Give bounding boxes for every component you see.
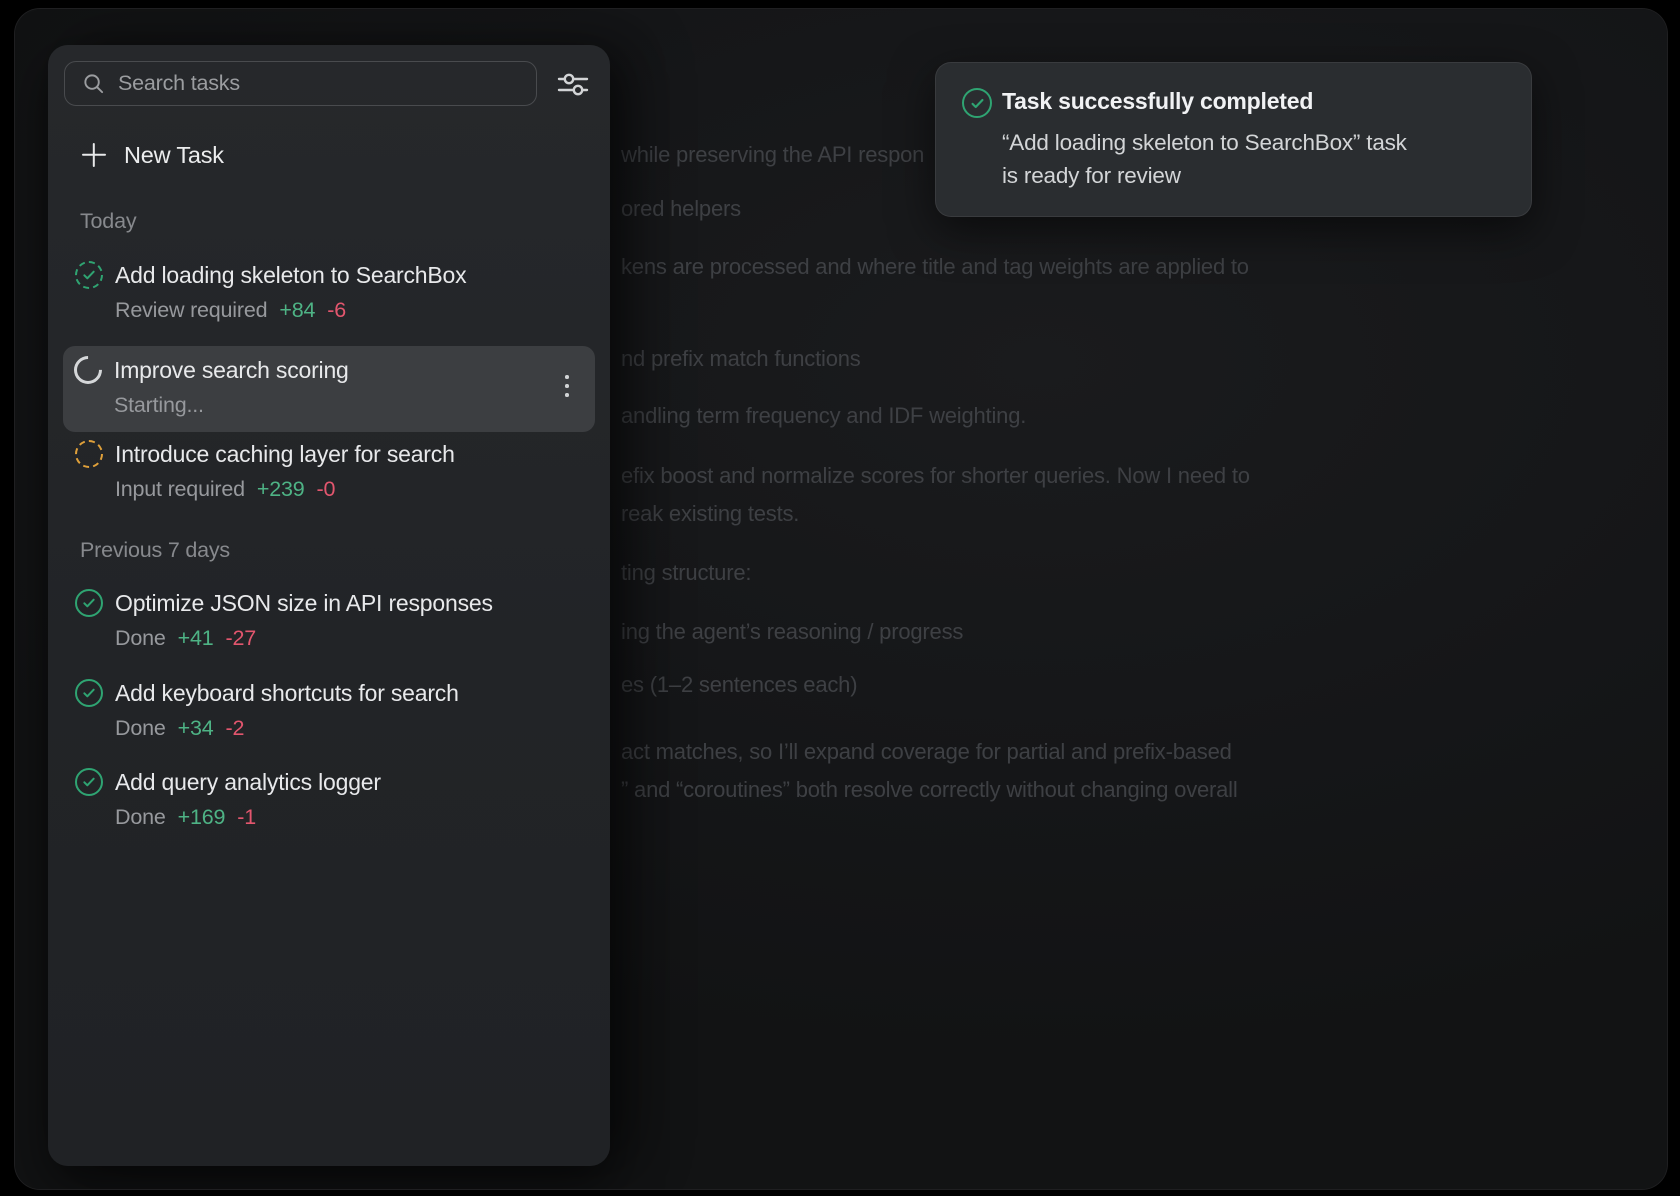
dimmed-text-line: es (1–2 sentences each) — [621, 670, 857, 700]
dimmed-text-line: nd prefix match functions — [621, 344, 861, 374]
done-icon — [75, 768, 103, 796]
task-deletions: -2 — [225, 710, 244, 746]
spinner-icon — [68, 350, 108, 390]
done-icon — [75, 589, 103, 617]
input-required-icon — [75, 440, 103, 468]
section-label-today: Today — [80, 209, 136, 233]
dimmed-text-line: ing the agent’s reasoning / progress — [621, 617, 963, 647]
task-additions: +84 — [279, 292, 315, 328]
success-check-icon — [962, 88, 992, 118]
task-row-introduce-caching-layer[interactable]: Introduce caching layer for search Input… — [64, 437, 594, 507]
task-row-add-loading-skeleton[interactable]: Add loading skeleton to SearchBox Review… — [64, 258, 594, 328]
task-title: Add keyboard shortcuts for search — [115, 676, 594, 710]
task-deletions: -27 — [225, 620, 255, 656]
filter-button[interactable] — [552, 64, 594, 104]
task-status: Review required — [115, 292, 267, 328]
search-placeholder: Search tasks — [118, 71, 240, 96]
task-row-improve-search-scoring[interactable]: Improve search scoring Starting... — [63, 346, 595, 432]
task-status: Done — [115, 710, 166, 746]
task-row-add-keyboard-shortcuts[interactable]: Add keyboard shortcuts for search Done +… — [64, 676, 594, 746]
task-additions: +34 — [178, 710, 214, 746]
toast-title: Task successfully completed — [1002, 85, 1313, 117]
task-status: Starting... — [114, 387, 204, 423]
dimmed-text-line: while preserving the API respon — [621, 140, 924, 170]
task-status: Done — [115, 620, 166, 656]
task-title: Improve search scoring — [114, 353, 595, 387]
dimmed-text-line: reak existing tests. — [621, 499, 799, 529]
task-row-add-query-analytics[interactable]: Add query analytics logger Done +169 -1 — [64, 765, 594, 835]
desktop-background: while preserving the API respon ored hel… — [0, 0, 1680, 1196]
task-status: Done — [115, 799, 166, 835]
task-deletions: -0 — [317, 471, 336, 507]
task-title: Introduce caching layer for search — [115, 437, 594, 471]
kebab-menu-icon[interactable] — [555, 368, 579, 404]
task-title: Add loading skeleton to SearchBox — [115, 258, 594, 292]
dimmed-text-line: andling term frequency and IDF weighting… — [621, 401, 1026, 431]
dimmed-text-line: ting structure: — [621, 558, 751, 588]
dimmed-text-line: ored helpers — [621, 194, 741, 224]
plus-icon — [81, 142, 107, 168]
done-icon — [75, 679, 103, 707]
dimmed-text-line: ” and “coroutines” both resolve correctl… — [621, 775, 1238, 805]
task-sidebar: Search tasks New Task Today — [48, 45, 610, 1166]
sliders-icon — [556, 69, 590, 99]
task-additions: +41 — [178, 620, 214, 656]
new-task-label: New Task — [124, 142, 224, 169]
review-required-icon — [75, 261, 103, 289]
search-icon — [82, 72, 105, 95]
search-input[interactable]: Search tasks — [64, 61, 537, 106]
section-label-previous-7-days: Previous 7 days — [80, 538, 230, 562]
app-window: while preserving the API respon ored hel… — [14, 8, 1668, 1190]
dimmed-text-line: kens are processed and where title and t… — [621, 252, 1249, 282]
dimmed-text-line: act matches, so I’ll expand coverage for… — [621, 737, 1232, 767]
task-additions: +169 — [178, 799, 226, 835]
task-title: Optimize JSON size in API responses — [115, 586, 594, 620]
task-additions: +239 — [257, 471, 305, 507]
toast-notification[interactable]: Task successfully completed “Add loading… — [935, 62, 1532, 217]
task-deletions: -6 — [327, 292, 346, 328]
task-title: Add query analytics logger — [115, 765, 594, 799]
task-deletions: -1 — [237, 799, 256, 835]
toast-message-line: “Add loading skeleton to SearchBox” task — [1002, 126, 1407, 159]
new-task-button[interactable]: New Task — [64, 138, 224, 172]
task-status: Input required — [115, 471, 245, 507]
toast-message-line: is ready for review — [1002, 159, 1181, 192]
dimmed-text-line: efix boost and normalize scores for shor… — [621, 461, 1250, 491]
task-row-optimize-json-size[interactable]: Optimize JSON size in API responses Done… — [64, 586, 594, 656]
